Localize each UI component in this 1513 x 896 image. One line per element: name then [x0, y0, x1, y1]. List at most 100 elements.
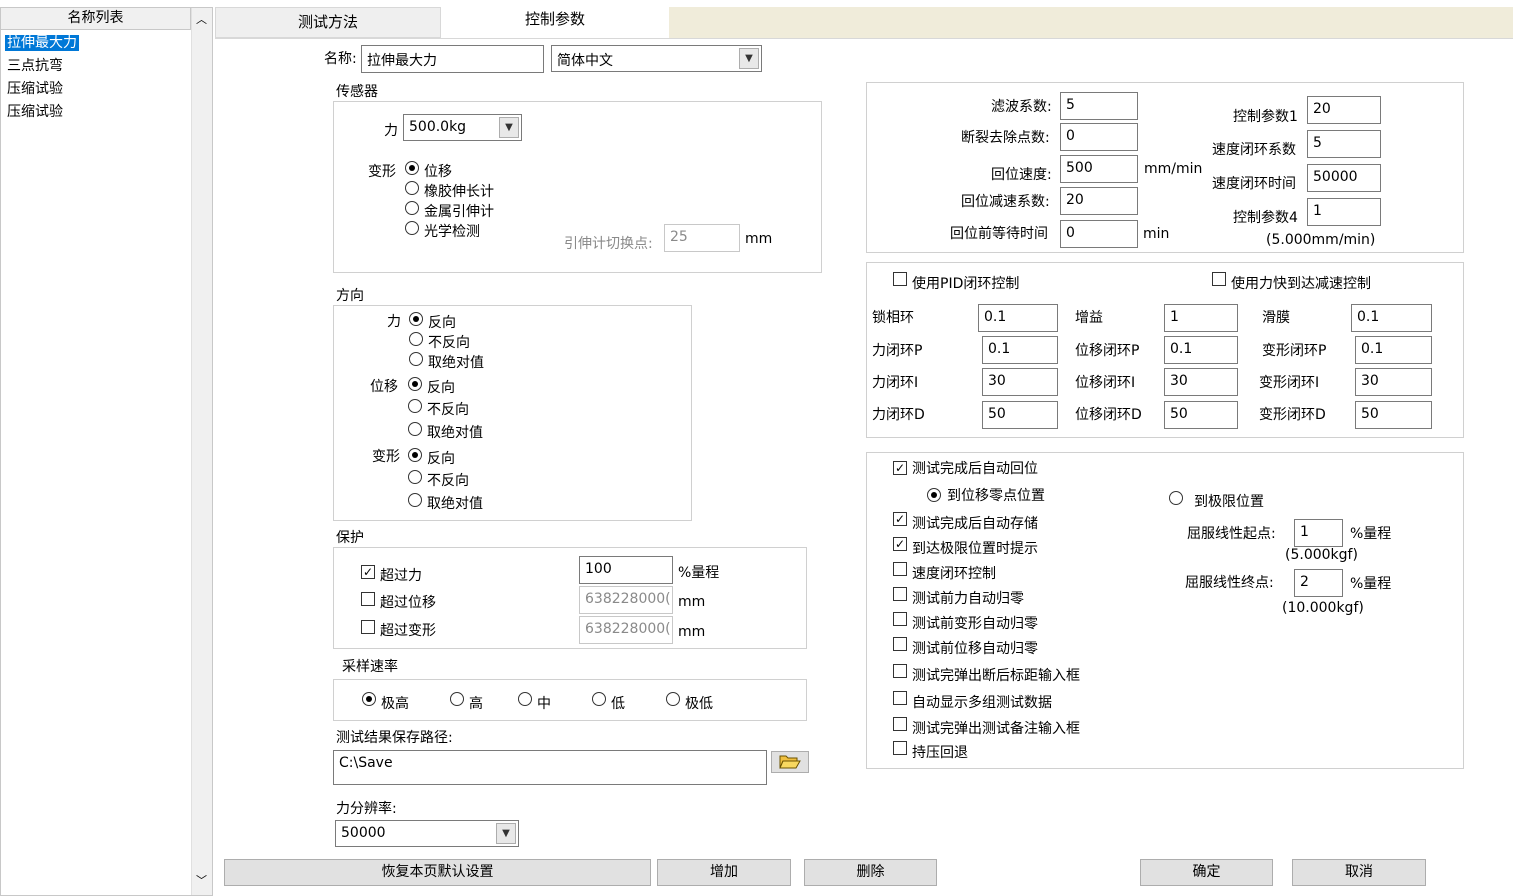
ctrl4-input[interactable]: 1	[1307, 198, 1381, 226]
scroll-down-icon[interactable]: ﹀	[196, 872, 207, 888]
chevron-down-icon[interactable]: ▼	[496, 823, 516, 844]
use-pid-checkbox[interactable]	[893, 272, 907, 286]
chevron-down-icon[interactable]: ▼	[499, 117, 519, 138]
sampling-radio[interactable]	[666, 692, 680, 706]
cancel-button[interactable]: 取消	[1292, 859, 1426, 886]
yield-start-input[interactable]: 1	[1294, 519, 1343, 547]
to-zero-radio[interactable]	[927, 488, 941, 502]
pid-input[interactable]: 50	[1164, 401, 1238, 429]
gauge-input-checkbox[interactable]	[893, 664, 907, 678]
auto-return-checkbox[interactable]: ✓	[893, 461, 907, 475]
to-limit-radio[interactable]	[1169, 491, 1183, 505]
yield-start-unit: %量程	[1350, 526, 1392, 542]
pid-input[interactable]: 50	[1355, 401, 1432, 429]
restore-defaults-button[interactable]: 恢复本页默认设置	[224, 859, 651, 886]
sidebar-item[interactable]: 三点抗弯	[7, 55, 63, 75]
return-speed-unit: mm/min	[1144, 161, 1203, 177]
sensor-radio-metal[interactable]	[405, 201, 419, 215]
sampling-radio[interactable]	[592, 692, 606, 706]
speed-time-input[interactable]: 50000	[1307, 164, 1381, 192]
tab-control-params[interactable]: 控制参数	[441, 7, 669, 39]
dir-option-label: 反向	[427, 380, 455, 396]
dir-disp-noreverse-radio[interactable]	[408, 399, 422, 413]
dir-disp-abs-radio[interactable]	[408, 422, 422, 436]
dir-deform-reverse-radio[interactable]	[408, 448, 422, 462]
speed-coef-input[interactable]: 5	[1307, 130, 1381, 158]
yield-end-unit: %量程	[1350, 576, 1392, 592]
browse-folder-button[interactable]	[771, 751, 809, 773]
over-disp-checkbox[interactable]	[361, 592, 375, 606]
ctrl1-input[interactable]: 20	[1307, 96, 1381, 124]
add-button[interactable]: 增加	[657, 859, 791, 886]
tab-test-method[interactable]: 测试方法	[215, 7, 441, 38]
protect-title: 保护	[336, 530, 364, 546]
pid-input[interactable]: 1	[1164, 304, 1238, 332]
force-zero-checkbox[interactable]	[893, 587, 907, 601]
sensor-radio-optical[interactable]	[405, 221, 419, 235]
sampling-radio[interactable]	[362, 692, 376, 706]
speed-loop-checkbox[interactable]	[893, 562, 907, 576]
sensor-radio-disp[interactable]	[405, 161, 419, 175]
pid-input[interactable]: 0.1	[1351, 304, 1432, 332]
resolution-select[interactable]: 50000 ▼	[335, 820, 519, 847]
sensor-radio-rubber[interactable]	[405, 181, 419, 195]
force-zero-label: 测试前力自动归零	[912, 591, 1024, 607]
dir-force-reverse-radio[interactable]	[409, 312, 423, 326]
pid-label: 位移闭环D	[1075, 407, 1142, 423]
delete-button[interactable]: 删除	[804, 859, 937, 886]
pid-input[interactable]: 50	[982, 401, 1058, 429]
over-disp-label: 超过位移	[380, 595, 436, 611]
disp-zero-checkbox[interactable]	[893, 637, 907, 651]
yield-end-input[interactable]: 2	[1294, 569, 1343, 597]
pid-input[interactable]: 0.1	[982, 336, 1058, 364]
multi-data-checkbox[interactable]	[893, 691, 907, 705]
dir-deform-noreverse-radio[interactable]	[408, 470, 422, 484]
dir-deform-abs-radio[interactable]	[408, 493, 422, 507]
sensor-option-label: 橡胶伸长计	[424, 184, 494, 200]
scroll-up-icon[interactable]: ︿	[196, 11, 207, 27]
sampling-radio[interactable]	[450, 692, 464, 706]
sidebar-item[interactable]: 拉伸最大力	[5, 32, 79, 52]
sidebar-item[interactable]: 压缩试验	[7, 78, 63, 98]
over-force-input[interactable]: 100	[579, 556, 673, 584]
pid-input[interactable]: 30	[1355, 368, 1432, 396]
over-force-checkbox[interactable]: ✓	[361, 565, 375, 579]
sidebar-header[interactable]: 名称列表	[1, 8, 191, 30]
ok-button[interactable]: 确定	[1140, 859, 1273, 886]
save-path-input[interactable]: C:\Save	[333, 750, 767, 785]
dir-force-noreverse-radio[interactable]	[409, 332, 423, 346]
filter-input[interactable]: 5	[1060, 92, 1138, 120]
dir-disp-reverse-radio[interactable]	[408, 377, 422, 391]
return-decel-input[interactable]: 20	[1060, 187, 1138, 215]
auto-save-checkbox[interactable]: ✓	[893, 512, 907, 526]
pid-input[interactable]: 0.1	[1164, 336, 1238, 364]
name-input[interactable]: 拉伸最大力	[361, 45, 544, 73]
deform-zero-label: 测试前变形自动归零	[912, 616, 1038, 632]
return-speed-input[interactable]: 500	[1060, 155, 1138, 183]
deform-zero-checkbox[interactable]	[893, 612, 907, 626]
force-sensor-select[interactable]: 500.0kg ▼	[403, 114, 522, 141]
sensor-option-label: 位移	[424, 164, 452, 180]
pid-input[interactable]: 30	[982, 368, 1058, 396]
limit-prompt-checkbox[interactable]: ✓	[893, 537, 907, 551]
over-disp-input[interactable]: 638228000(	[579, 586, 673, 614]
break-input[interactable]: 0	[1060, 123, 1138, 151]
use-force-fast-checkbox[interactable]	[1212, 272, 1226, 286]
over-deform-input[interactable]: 638228000(	[579, 616, 673, 644]
dir-force-abs-radio[interactable]	[409, 352, 423, 366]
over-deform-checkbox[interactable]	[361, 620, 375, 634]
sampling-radio[interactable]	[518, 692, 532, 706]
pid-input[interactable]: 0.1	[978, 304, 1058, 332]
sidebar-scrollbar[interactable]: ︿ ﹀	[191, 8, 212, 895]
language-select[interactable]: 简体中文 ▼	[551, 45, 762, 72]
sidebar-item[interactable]: 压缩试验	[7, 101, 63, 121]
sampling-option-label: 中	[537, 696, 551, 712]
pid-input[interactable]: 0.1	[1355, 336, 1432, 364]
hold-back-checkbox[interactable]	[893, 741, 907, 755]
pid-input[interactable]: 30	[1164, 368, 1238, 396]
sensor-option-label: 光学检测	[424, 224, 480, 240]
chevron-down-icon[interactable]: ▼	[739, 48, 759, 69]
switch-point-input[interactable]: 25	[664, 224, 740, 252]
remark-input-checkbox[interactable]	[893, 717, 907, 731]
wait-input[interactable]: 0	[1060, 220, 1138, 248]
